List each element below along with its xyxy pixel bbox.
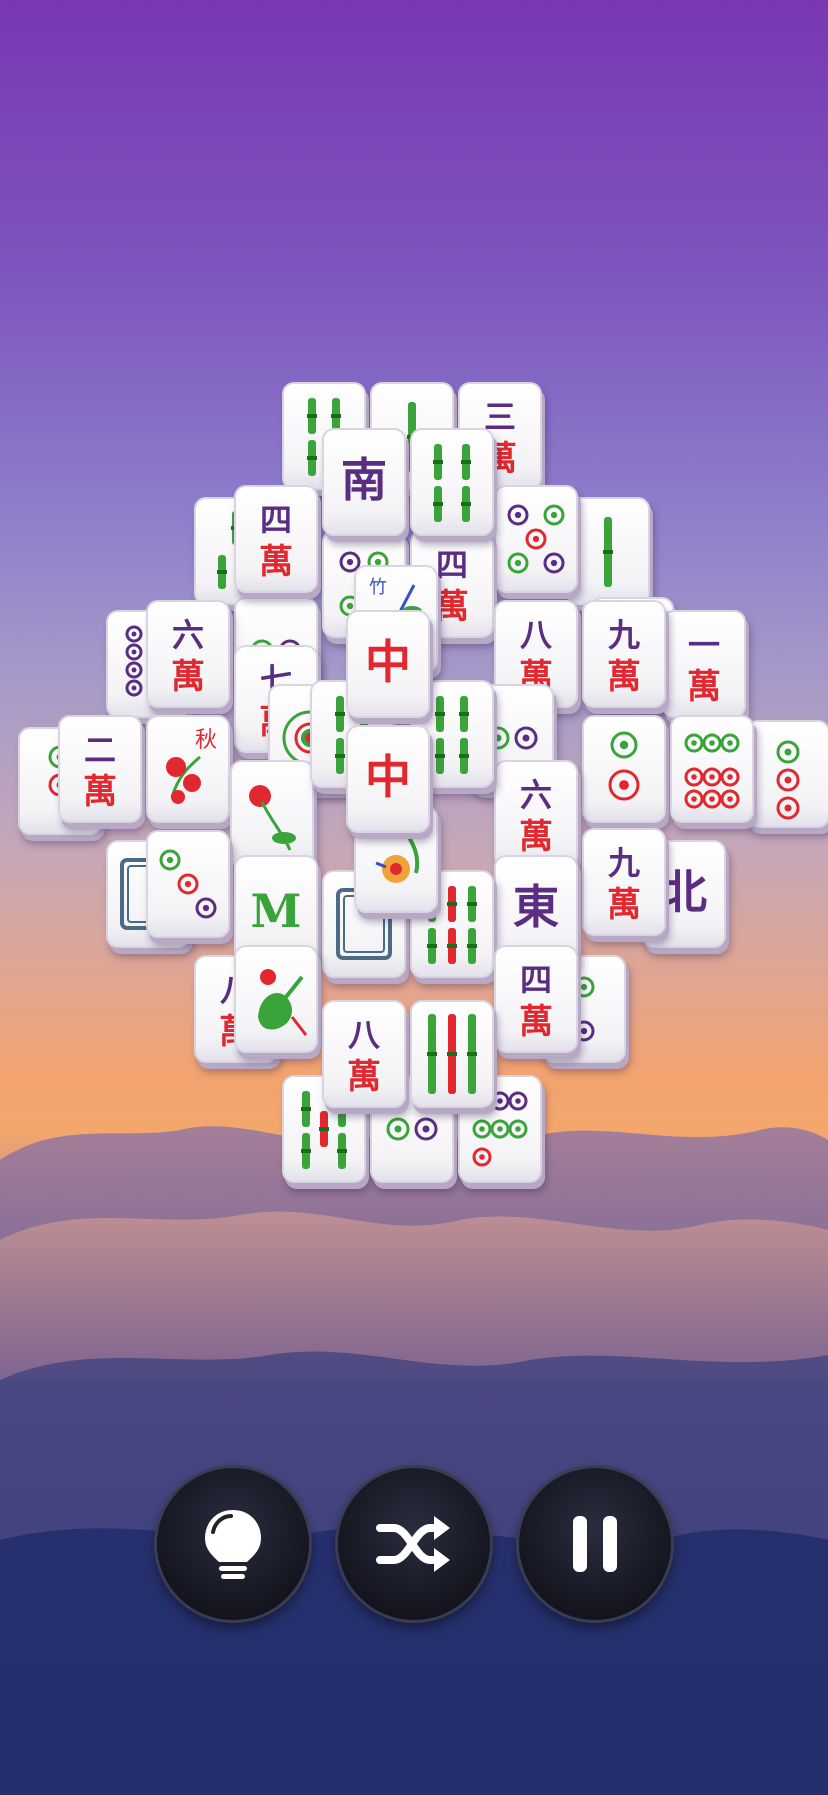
mahjong-tile[interactable]: 九萬 xyxy=(582,600,666,708)
svg-text:竹: 竹 xyxy=(369,577,387,598)
mahjong-tile[interactable] xyxy=(410,428,494,536)
svg-text:四: 四 xyxy=(520,961,552,999)
tile-face-char9b: 九萬 xyxy=(607,844,641,925)
svg-text:九: 九 xyxy=(608,844,640,882)
mahjong-tile[interactable] xyxy=(746,720,828,828)
tile-face-char8c: 八萬 xyxy=(347,1016,381,1097)
hint-button[interactable] xyxy=(157,1468,309,1620)
tile-face-dots5 xyxy=(507,504,565,574)
tile-face-bird xyxy=(258,969,308,1036)
svg-text:萬: 萬 xyxy=(687,667,721,707)
mahjong-tile[interactable] xyxy=(566,497,650,605)
svg-text:萬: 萬 xyxy=(347,1057,381,1097)
svg-text:萬: 萬 xyxy=(519,1002,553,1042)
svg-text:秋: 秋 xyxy=(195,728,217,753)
svg-text:萬: 萬 xyxy=(259,542,293,582)
mahjong-tile[interactable]: 六萬 xyxy=(494,760,578,868)
svg-text:九: 九 xyxy=(608,616,640,654)
svg-text:萬: 萬 xyxy=(171,657,205,697)
svg-text:四: 四 xyxy=(260,501,292,539)
tile-face-red: 中 xyxy=(365,635,411,689)
cloud-layer xyxy=(0,1126,828,1795)
tile-face-char9: 九萬 xyxy=(607,616,641,697)
mahjong-tile[interactable]: 中 xyxy=(346,725,430,833)
tile-face-char6b: 六萬 xyxy=(519,776,553,857)
svg-text:二: 二 xyxy=(84,731,116,769)
svg-text:一: 一 xyxy=(688,626,720,664)
tile-face-char2b: 二萬 xyxy=(83,731,117,812)
shuffle-icon xyxy=(376,1516,450,1572)
svg-text:萬: 萬 xyxy=(435,587,469,627)
mahjong-tile[interactable]: 秋 xyxy=(146,715,230,823)
tile-face-red: 中 xyxy=(365,750,411,804)
pause-icon xyxy=(573,1516,617,1572)
tile-face-dots6 xyxy=(684,733,740,809)
svg-text:六: 六 xyxy=(520,776,552,814)
svg-text:M: M xyxy=(251,884,302,938)
mahjong-tile[interactable]: 一萬 xyxy=(662,610,746,718)
mahjong-tile[interactable]: 八萬 xyxy=(322,1000,406,1108)
mahjong-tile[interactable]: 九萬 xyxy=(582,828,666,936)
svg-text:萬: 萬 xyxy=(607,885,641,925)
tile-board: 三萬二萬一萬北八萬四萬四萬六萬八萬九萬七萬二萬秋六萬九萬M東四萬南八萬竹中中 xyxy=(0,0,828,1200)
svg-text:中: 中 xyxy=(365,635,411,689)
mahjong-tile[interactable] xyxy=(234,945,318,1053)
tile-face-bam4 xyxy=(433,444,471,522)
svg-text:八: 八 xyxy=(520,616,553,654)
svg-text:萬: 萬 xyxy=(519,817,553,857)
tile-face-flower-red xyxy=(249,785,296,851)
mahjong-tile[interactable]: 四萬 xyxy=(234,485,318,593)
tile-face-dots3b xyxy=(776,740,800,820)
mahjong-tile[interactable] xyxy=(670,715,754,823)
mahjong-tile[interactable]: 六萬 xyxy=(146,600,230,708)
svg-text:八: 八 xyxy=(348,1016,381,1054)
tile-face-char6: 六萬 xyxy=(171,616,205,697)
mahjong-tile[interactable]: 四萬 xyxy=(494,945,578,1053)
mahjong-tile[interactable] xyxy=(410,1000,494,1108)
lightbulb-icon xyxy=(205,1510,261,1579)
pause-button[interactable] xyxy=(519,1468,671,1620)
tile-face-char1: 一萬 xyxy=(687,626,721,707)
tile-face-char4: 四萬 xyxy=(259,501,293,582)
svg-text:六: 六 xyxy=(172,616,204,654)
svg-text:南: 南 xyxy=(341,453,387,507)
tile-face-wind: 南 xyxy=(341,453,387,507)
tile-face-char4c: 四萬 xyxy=(519,961,553,1042)
tile-face-bam9 xyxy=(427,1014,477,1094)
tile-face-bam1 xyxy=(603,517,613,587)
tile-face-dots5b xyxy=(608,731,640,801)
svg-text:北: 北 xyxy=(661,865,707,919)
svg-text:中: 中 xyxy=(365,750,411,804)
mahjong-tile[interactable]: 二萬 xyxy=(58,715,142,823)
tile-face-dots3 xyxy=(159,849,217,919)
shuffle-button[interactable] xyxy=(338,1468,490,1620)
svg-text:東: 東 xyxy=(513,880,559,934)
mahjong-tile[interactable] xyxy=(494,485,578,593)
svg-text:萬: 萬 xyxy=(83,772,117,812)
mahjong-tile[interactable] xyxy=(146,830,230,938)
mahjong-tile[interactable]: 南 xyxy=(322,428,406,536)
tile-face-autumn: 秋 xyxy=(166,728,217,804)
svg-text:四: 四 xyxy=(436,546,468,584)
svg-text:萬: 萬 xyxy=(607,657,641,697)
mahjong-tile[interactable] xyxy=(582,715,666,823)
mahjong-tile[interactable] xyxy=(230,760,314,868)
control-bar xyxy=(0,1468,828,1622)
mahjong-tile[interactable]: 中 xyxy=(346,610,430,718)
